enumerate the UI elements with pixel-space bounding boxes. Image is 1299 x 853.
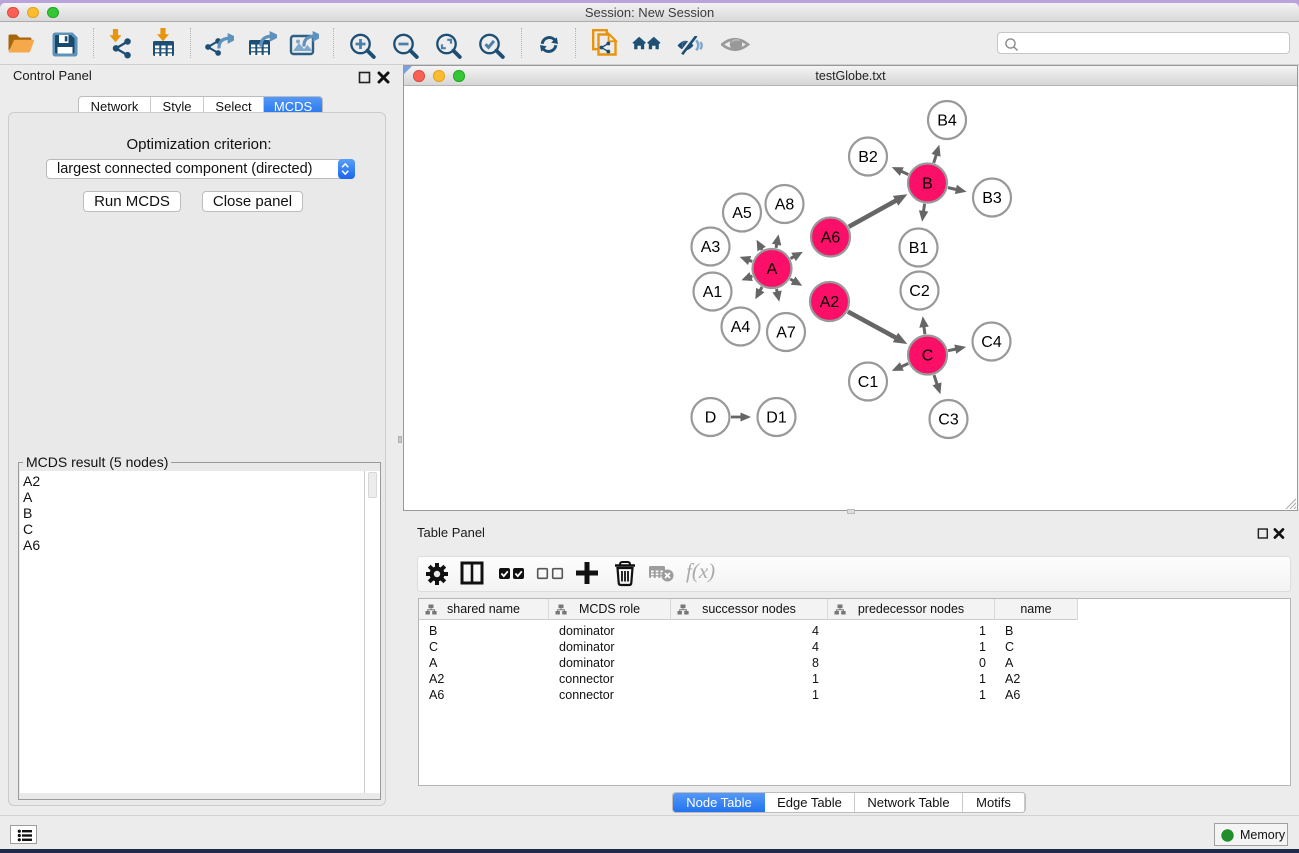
svg-text:C4: C4 bbox=[981, 334, 1002, 351]
svg-text:C3: C3 bbox=[938, 412, 959, 429]
svg-text:D1: D1 bbox=[766, 410, 787, 427]
svg-text:B2: B2 bbox=[858, 149, 878, 166]
svg-text:A1: A1 bbox=[702, 284, 722, 301]
svg-text:C1: C1 bbox=[857, 374, 878, 391]
svg-text:C2: C2 bbox=[909, 283, 930, 300]
svg-text:A5: A5 bbox=[732, 205, 752, 222]
svg-text:A2: A2 bbox=[819, 294, 839, 311]
svg-text:A8: A8 bbox=[774, 197, 794, 214]
svg-text:D: D bbox=[704, 410, 716, 427]
svg-text:A4: A4 bbox=[730, 319, 750, 336]
svg-text:A3: A3 bbox=[700, 239, 720, 256]
svg-text:B3: B3 bbox=[982, 190, 1002, 207]
svg-text:B1: B1 bbox=[908, 240, 928, 257]
svg-text:A7: A7 bbox=[776, 325, 796, 342]
svg-text:A6: A6 bbox=[820, 230, 840, 247]
svg-text:B4: B4 bbox=[937, 113, 957, 130]
svg-text:A: A bbox=[766, 261, 777, 278]
svg-text:B: B bbox=[922, 176, 933, 193]
svg-text:C: C bbox=[921, 348, 933, 365]
